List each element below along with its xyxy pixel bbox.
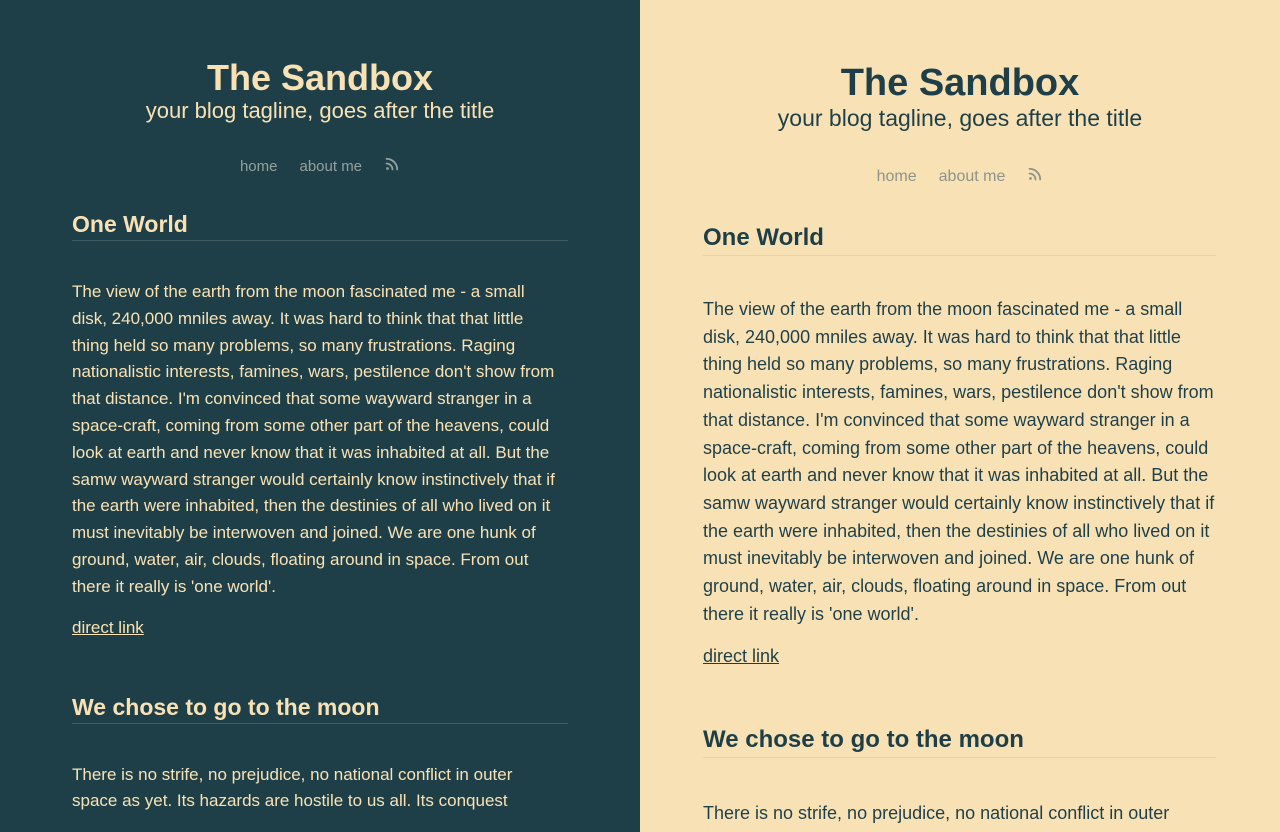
post-body: The view of the earth from the moon fasc… (703, 299, 1215, 624)
post-body: There is no strife, no prejudice, no nat… (703, 803, 1170, 832)
split-preview: The Sandbox your blog tagline, goes afte… (0, 0, 1280, 832)
post: We chose to go to the moon There is no s… (703, 725, 1216, 832)
post-list: One World The view of the earth from the… (0, 210, 640, 815)
post-body: There is no strife, no prejudice, no nat… (72, 764, 513, 811)
site-header: The Sandbox your blog tagline, goes afte… (640, 0, 1280, 187)
post: One World The view of the earth from the… (703, 223, 1216, 667)
nav-home-link[interactable]: home (877, 168, 917, 186)
post-title[interactable]: One World (703, 223, 1216, 256)
site-title[interactable]: The Sandbox (0, 58, 640, 98)
post-body: The view of the earth from the moon fasc… (72, 282, 555, 596)
nav-about-link[interactable]: about me (299, 158, 362, 175)
post: One World The view of the earth from the… (72, 210, 568, 638)
main-nav: home about me (640, 166, 1280, 187)
post-title[interactable]: We chose to go to the moon (72, 693, 568, 724)
rss-icon[interactable] (1027, 166, 1043, 187)
light-theme-panel: The Sandbox your blog tagline, goes afte… (640, 0, 1280, 832)
nav-about-link[interactable]: about me (939, 168, 1006, 186)
main-nav: home about me (0, 156, 640, 176)
rss-icon[interactable] (384, 156, 400, 176)
site-tagline: your blog tagline, goes after the title (777, 105, 1143, 131)
post-list: One World The view of the earth from the… (640, 223, 1280, 832)
direct-link[interactable]: direct link (703, 646, 779, 667)
direct-link[interactable]: direct link (72, 618, 144, 638)
post: We chose to go to the moon There is no s… (72, 693, 568, 816)
dark-theme-panel: The Sandbox your blog tagline, goes afte… (0, 0, 640, 832)
site-tagline: your blog tagline, goes after the title (145, 98, 495, 123)
nav-home-link[interactable]: home (240, 158, 278, 175)
post-title[interactable]: We chose to go to the moon (703, 725, 1216, 759)
post-title[interactable]: One World (72, 210, 568, 241)
site-title[interactable]: The Sandbox (640, 62, 1280, 104)
site-header: The Sandbox your blog tagline, goes afte… (0, 0, 640, 176)
